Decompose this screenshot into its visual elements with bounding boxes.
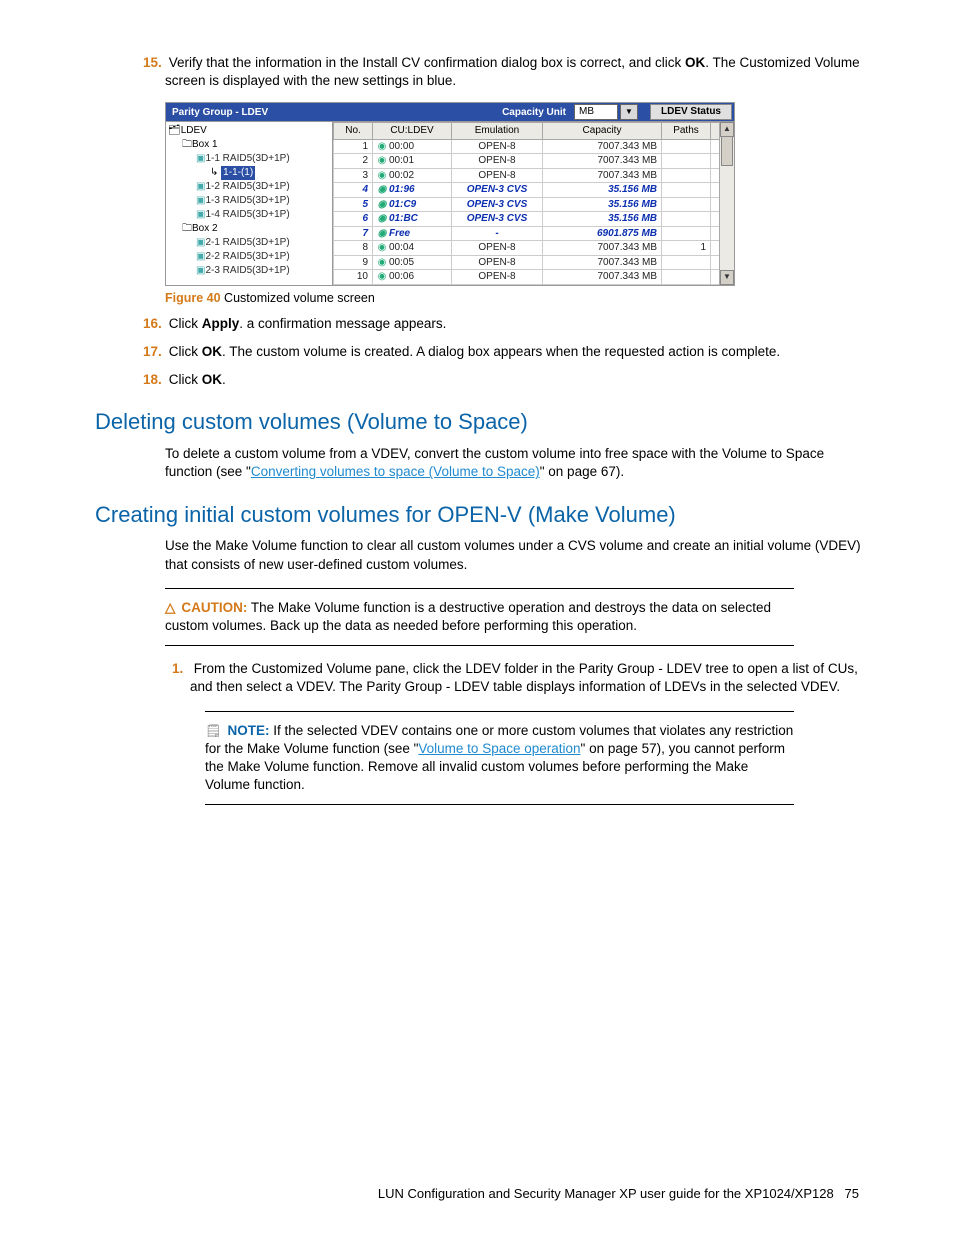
tree-item[interactable]: 2-1 RAID5(3D+1P) <box>168 236 330 250</box>
note-icon <box>205 723 228 738</box>
col-culdev[interactable]: CU:LDEV <box>373 123 452 140</box>
table-row[interactable]: 7◉Free-6901.875 MB <box>334 226 734 241</box>
substep-text: From the Customized Volume pane, click t… <box>190 661 858 694</box>
pg-ldev-title: Parity Group - LDEV <box>166 106 274 120</box>
step-number: 16. <box>143 315 165 333</box>
apply-literal: Apply <box>202 316 240 331</box>
caution-text: The Make Volume function is a destructiv… <box>165 600 771 633</box>
tree-root[interactable]: LDEV <box>168 124 330 138</box>
table-row[interactable]: 2◉00:01OPEN-87007.343 MB <box>334 154 734 169</box>
note-label: NOTE: <box>228 723 270 738</box>
step-text-a: Verify that the information in the Insta… <box>169 55 685 70</box>
tree-item[interactable]: 2-3 RAID5(3D+1P) <box>168 264 330 278</box>
substep-1: 1. From the Customized Volume pane, clic… <box>190 660 864 696</box>
ok-literal: OK <box>202 344 222 359</box>
heading-deleting: Deleting custom volumes (Volume to Space… <box>95 407 864 437</box>
scroll-thumb[interactable] <box>721 136 733 166</box>
table-row[interactable]: 4◉01:96OPEN-3 CVS35.156 MB <box>334 183 734 198</box>
tree-item[interactable]: 2-2 RAID5(3D+1P) <box>168 250 330 264</box>
page-number: 75 <box>845 1186 859 1201</box>
tree-item[interactable]: 1-2 RAID5(3D+1P) <box>168 180 330 194</box>
note-block: NOTE: If the selected VDEV contains one … <box>205 711 794 806</box>
substep-number: 1. <box>172 660 190 678</box>
capacity-unit-select[interactable]: MB <box>574 104 618 120</box>
col-emulation[interactable]: Emulation <box>452 123 543 140</box>
ldev-grid-pane: No. CU:LDEV Emulation Capacity Paths 1◉0… <box>333 122 734 285</box>
chevron-down-icon[interactable]: ▼ <box>620 104 638 120</box>
step-number: 17. <box>143 343 165 361</box>
step-17: 17. Click OK. The custom volume is creat… <box>165 343 864 361</box>
para-deleting: To delete a custom volume from a VDEV, c… <box>165 445 864 481</box>
caution-label: CAUTION: <box>181 600 247 615</box>
figure-caption: Figure 40 Customized volume screen <box>165 290 864 307</box>
tree-item[interactable]: 1-4 RAID5(3D+1P) <box>168 208 330 222</box>
caution-block: CAUTION: The Make Volume function is a d… <box>165 588 794 646</box>
tree-box1[interactable]: Box 1 <box>168 138 330 152</box>
table-row[interactable]: 5◉01:C9OPEN-3 CVS35.156 MB <box>334 197 734 212</box>
tree-selected[interactable]: ↳ 1-1-(1) <box>168 166 330 180</box>
tree-item[interactable]: 1-3 RAID5(3D+1P) <box>168 194 330 208</box>
link-converting-volumes[interactable]: Converting volumes to space (Volume to S… <box>251 464 540 479</box>
warning-icon <box>165 600 181 615</box>
table-row[interactable]: 1◉00:00OPEN-87007.343 MB <box>334 139 734 154</box>
scroll-down-icon[interactable]: ▼ <box>720 270 734 285</box>
step-18: 18. Click OK. <box>165 371 864 389</box>
scroll-up-icon[interactable]: ▲ <box>720 122 734 137</box>
step-15: 15. Verify that the information in the I… <box>165 54 864 90</box>
col-capacity[interactable]: Capacity <box>543 123 662 140</box>
ldev-table[interactable]: No. CU:LDEV Emulation Capacity Paths 1◉0… <box>333 122 734 285</box>
step-16: 16. Click Apply. a confirmation message … <box>165 315 864 333</box>
scrollbar[interactable]: ▲ ▼ <box>719 122 734 285</box>
tree-box2[interactable]: Box 2 <box>168 222 330 236</box>
heading-creating: Creating initial custom volumes for OPEN… <box>95 500 864 530</box>
step-number: 15. <box>143 54 165 72</box>
col-no[interactable]: No. <box>334 123 373 140</box>
page-footer: LUN Configuration and Security Manager X… <box>95 1185 864 1203</box>
customized-volume-figure: Parity Group - LDEV Capacity Unit MB ▼ L… <box>165 102 735 286</box>
step-number: 18. <box>143 371 165 389</box>
ldev-status-button[interactable]: LDEV Status <box>650 104 732 120</box>
table-row[interactable]: 8◉00:04OPEN-87007.343 MB1 <box>334 241 734 256</box>
col-paths[interactable]: Paths <box>662 123 711 140</box>
capacity-unit-label: Capacity Unit <box>496 106 572 120</box>
figure-label: Figure 40 <box>165 291 221 305</box>
table-row[interactable]: 9◉00:05OPEN-87007.343 MB <box>334 255 734 270</box>
table-row[interactable]: 6◉01:BCOPEN-3 CVS35.156 MB <box>334 212 734 227</box>
footer-title: LUN Configuration and Security Manager X… <box>378 1186 834 1201</box>
ok-literal: OK <box>685 55 705 70</box>
figure-caption-text: Customized volume screen <box>221 291 375 305</box>
figure-header: Parity Group - LDEV Capacity Unit MB ▼ L… <box>165 102 735 122</box>
ok-literal: OK <box>202 372 222 387</box>
tree-item[interactable]: 1-1 RAID5(3D+1P) <box>168 152 330 166</box>
link-volume-to-space[interactable]: Volume to Space operation <box>418 741 580 756</box>
ldev-tree[interactable]: LDEV Box 1 1-1 RAID5(3D+1P) ↳ 1-1-(1) 1-… <box>166 122 333 285</box>
table-row[interactable]: 10◉00:06OPEN-87007.343 MB <box>334 270 734 285</box>
table-row[interactable]: 3◉00:02OPEN-87007.343 MB <box>334 168 734 183</box>
para-creating: Use the Make Volume function to clear al… <box>165 537 864 573</box>
